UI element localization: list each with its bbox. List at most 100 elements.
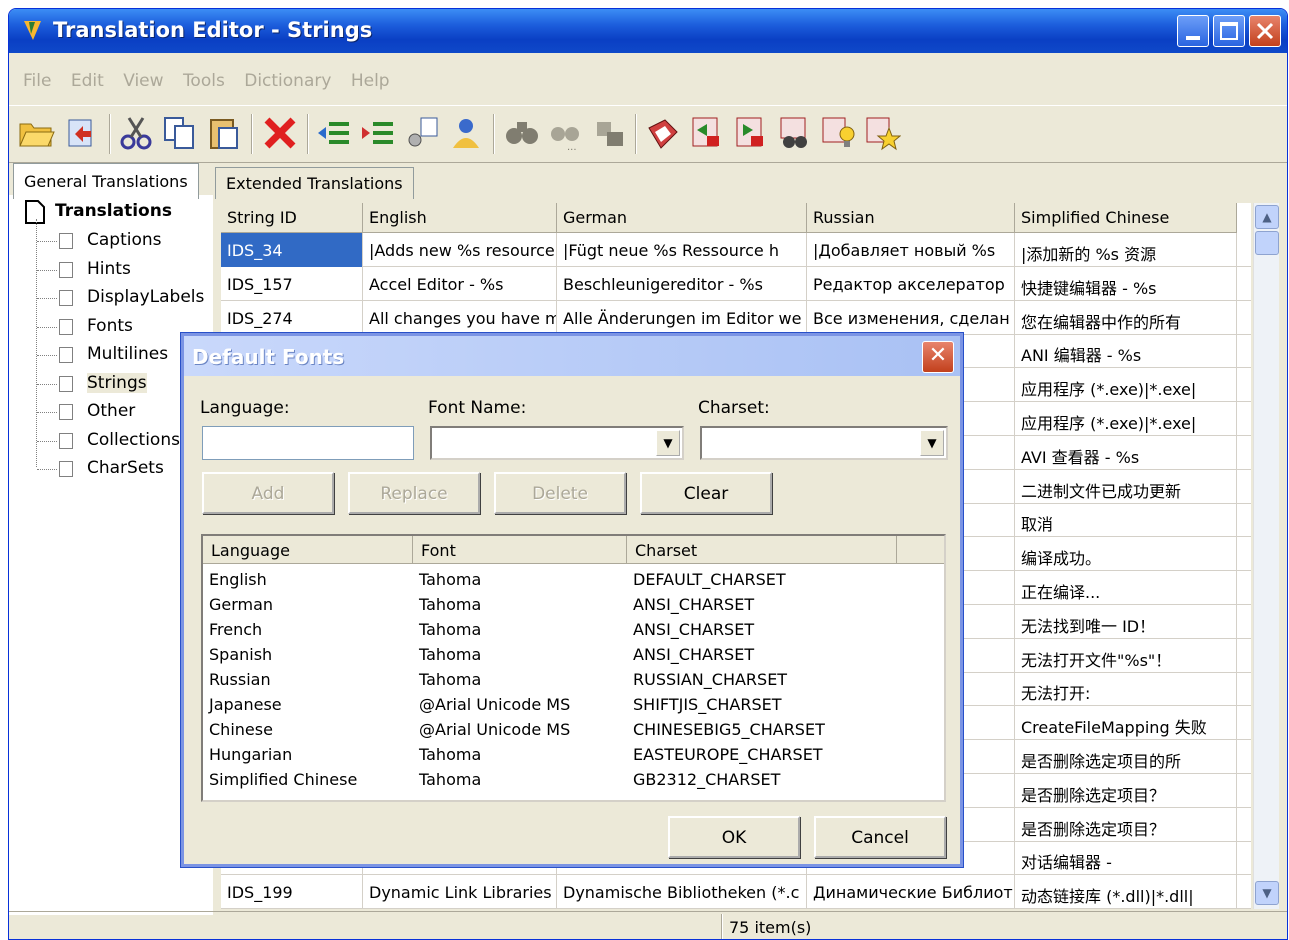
table-cell[interactable]: 动态链接库 (*.dll)|*.dll| bbox=[1015, 875, 1237, 909]
list-column-header[interactable]: Language bbox=[203, 536, 413, 564]
delete-icon[interactable] bbox=[261, 114, 299, 152]
table-cell[interactable]: 无法打开文件"%s"！ bbox=[1015, 638, 1237, 673]
import-icon[interactable] bbox=[687, 114, 725, 152]
hint-icon[interactable] bbox=[819, 114, 857, 152]
table-cell[interactable]: CreateFileMapping 失败 bbox=[1015, 706, 1237, 741]
table-cell[interactable]: 无法打开: bbox=[1015, 672, 1237, 707]
table-cell[interactable]: |添加新的 %s 资源 bbox=[1015, 233, 1237, 267]
table-cell[interactable]: 无法找到唯一 ID！ bbox=[1015, 604, 1237, 639]
list-item[interactable]: Japanese @Arial Unicode MS SHIFTJIS_CHARSE… bbox=[203, 693, 944, 718]
table-cell[interactable]: 对话编辑器 - bbox=[1015, 841, 1237, 876]
table-cell[interactable]: 应用程序 (*.exe)|*.exe| bbox=[1015, 368, 1237, 403]
replace-icon[interactable] bbox=[591, 114, 629, 152]
table-cell[interactable]: 是否删除选定项目的所 bbox=[1015, 740, 1237, 774]
column-header[interactable]: English bbox=[363, 203, 557, 233]
tree-root-translations[interactable]: Translations bbox=[55, 201, 172, 221]
list-item[interactable]: Russian Tahoma RUSSIAN_CHARSET bbox=[203, 668, 944, 693]
close-button[interactable] bbox=[1249, 15, 1281, 47]
ok-button[interactable]: OK bbox=[668, 816, 800, 858]
properties-icon[interactable] bbox=[403, 114, 441, 152]
outdent-icon[interactable] bbox=[359, 114, 397, 152]
tree-item-displaylabels[interactable]: DisplayLabels bbox=[87, 287, 204, 307]
table-cell[interactable]: 二进制文件已成功更新 bbox=[1015, 469, 1237, 504]
column-header[interactable]: Simplified Chinese bbox=[1015, 203, 1237, 233]
table-cell[interactable]: Dynamic Link Libraries bbox=[363, 875, 557, 909]
table-cell[interactable]: 应用程序 (*.exe)|*.exe| bbox=[1015, 402, 1237, 436]
find-next-icon[interactable]: ... bbox=[547, 114, 585, 152]
clear-button[interactable]: Clear bbox=[640, 472, 772, 514]
font-name-combo[interactable]: ▼ bbox=[430, 426, 684, 460]
column-header[interactable]: German bbox=[557, 203, 807, 233]
tab-general-translations[interactable]: General Translations bbox=[13, 163, 199, 199]
table-row[interactable]: IDS_199 Dynamic Link Libraries Dynamische … bbox=[221, 875, 1251, 909]
fonts-list[interactable]: Language Font Charset English Tahoma DEFAULT_… bbox=[201, 534, 946, 802]
replace-button[interactable]: Replace bbox=[348, 472, 480, 514]
table-cell[interactable]: |Fügt neue %s Ressource h bbox=[557, 233, 807, 267]
search-translation-icon[interactable] bbox=[775, 114, 813, 152]
scroll-thumb[interactable] bbox=[1255, 231, 1279, 255]
table-cell[interactable]: AVI 查看器 - %s bbox=[1015, 435, 1237, 470]
table-cell[interactable]: All changes you have made bbox=[363, 300, 557, 335]
table-cell[interactable]: 正在编译... bbox=[1015, 571, 1237, 605]
table-cell[interactable]: Редактор акселератор bbox=[807, 266, 1015, 301]
minimize-button[interactable] bbox=[1177, 15, 1209, 47]
table-cell[interactable]: IDS_34 bbox=[221, 233, 363, 267]
dialog-close-button[interactable]: ✕ bbox=[922, 341, 954, 373]
add-button[interactable]: Add bbox=[202, 472, 334, 514]
maximize-button[interactable] bbox=[1213, 15, 1245, 47]
delete-button[interactable]: Delete bbox=[494, 472, 626, 514]
scroll-down-button[interactable]: ▼ bbox=[1255, 881, 1279, 905]
vertical-scrollbar[interactable]: ▲ ▼ bbox=[1253, 203, 1279, 909]
table-cell[interactable]: Alle Änderungen im Editor we bbox=[557, 300, 807, 335]
tree-item-strings[interactable]: Strings bbox=[87, 372, 147, 393]
export-translation-icon[interactable] bbox=[731, 114, 769, 152]
table-cell[interactable]: |Adds new %s resource bbox=[363, 233, 557, 267]
favorite-icon[interactable] bbox=[863, 114, 901, 152]
tree-item-charsets[interactable]: CharSets bbox=[87, 458, 164, 478]
menu-edit[interactable]: Edit bbox=[71, 71, 104, 91]
cancel-button[interactable]: Cancel bbox=[814, 816, 946, 858]
table-row[interactable]: IDS_157 Accel Editor - %s Beschleunigeredi… bbox=[221, 266, 1251, 301]
column-header[interactable]: String ID bbox=[221, 203, 363, 233]
find-icon[interactable] bbox=[503, 114, 541, 152]
table-cell[interactable]: IDS_199 bbox=[221, 875, 363, 909]
tree-item-fonts[interactable]: Fonts bbox=[87, 316, 133, 336]
cut-icon[interactable] bbox=[117, 114, 155, 152]
table-cell[interactable]: 是否删除选定项目？ bbox=[1015, 807, 1237, 842]
table-cell[interactable]: 快捷键编辑器 - %s bbox=[1015, 266, 1237, 301]
menu-view[interactable]: View bbox=[123, 71, 163, 91]
paste-icon[interactable] bbox=[205, 114, 243, 152]
open-folder-icon[interactable] bbox=[17, 114, 55, 152]
copy-icon[interactable] bbox=[161, 114, 199, 152]
menu-file[interactable]: File bbox=[23, 71, 51, 91]
table-cell[interactable]: 取消 bbox=[1015, 503, 1237, 538]
table-cell[interactable]: IDS_274 bbox=[221, 300, 363, 335]
tab-extended-translations[interactable]: Extended Translations bbox=[215, 167, 414, 199]
list-item[interactable]: Simplified Chinese Tahoma GB2312_CHARSET bbox=[203, 768, 944, 793]
export-icon[interactable] bbox=[61, 114, 99, 152]
table-cell[interactable]: Accel Editor - %s bbox=[363, 266, 557, 301]
indent-icon[interactable] bbox=[315, 114, 353, 152]
list-column-header[interactable]: Font bbox=[413, 536, 627, 564]
language-input[interactable] bbox=[202, 426, 414, 460]
tree-item-captions[interactable]: Captions bbox=[87, 230, 162, 250]
list-column-header[interactable]: Charset bbox=[627, 536, 897, 564]
table-cell[interactable]: |Добавляет новый %s bbox=[807, 233, 1015, 267]
table-cell[interactable]: ANI 编辑器 - %s bbox=[1015, 334, 1237, 369]
list-item[interactable]: Hungarian Tahoma EASTEUROPE_CHARSET bbox=[203, 743, 944, 768]
table-row[interactable]: IDS_274All changes you have madeAlle Änd… bbox=[221, 300, 1251, 335]
scroll-up-button[interactable]: ▲ bbox=[1255, 205, 1279, 229]
list-item[interactable]: German Tahoma ANSI_CHARSET bbox=[203, 593, 944, 618]
menu-tools[interactable]: Tools bbox=[183, 71, 225, 91]
list-item[interactable]: English Tahoma DEFAULT_CHARSET bbox=[203, 568, 944, 593]
dictionary-icon[interactable] bbox=[643, 114, 681, 152]
tree-item-other[interactable]: Other bbox=[87, 401, 135, 421]
charset-combo[interactable]: ▼ bbox=[700, 426, 948, 460]
chevron-down-icon[interactable]: ▼ bbox=[920, 430, 944, 456]
table-row[interactable]: IDS_34 |Adds new %s resource |Fügt neue %s… bbox=[221, 233, 1251, 267]
table-cell[interactable]: Все изменения, сделан bbox=[807, 300, 1015, 335]
user-icon[interactable] bbox=[447, 114, 485, 152]
column-header[interactable]: Russian bbox=[807, 203, 1015, 233]
tree-item-hints[interactable]: Hints bbox=[87, 259, 131, 279]
list-column-header[interactable] bbox=[897, 536, 944, 564]
